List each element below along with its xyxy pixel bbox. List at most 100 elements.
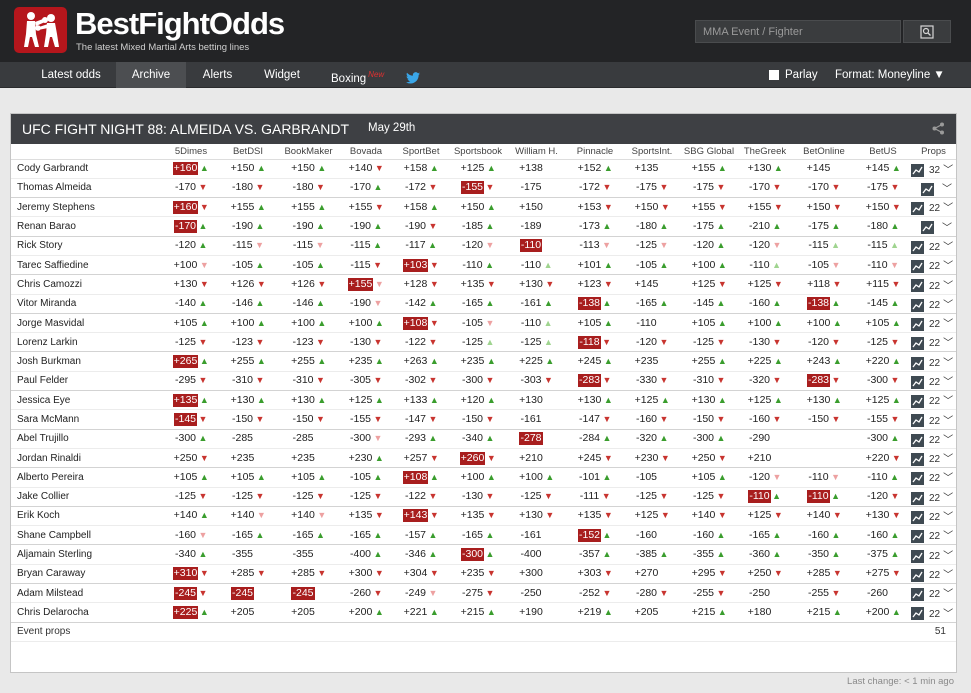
odds-cell[interactable]: -115 ▲ bbox=[793, 236, 855, 256]
odds-cell[interactable]: +100 ▲ bbox=[219, 313, 277, 334]
fighter-name[interactable]: Aljamain Sterling bbox=[11, 544, 163, 565]
odds-cell[interactable]: -357 ▲ bbox=[567, 544, 623, 565]
odds-cell[interactable]: -120 ▼ bbox=[737, 236, 793, 256]
odds-cell[interactable]: -125 ▼ bbox=[219, 487, 277, 507]
odds-cell[interactable]: -110 ▲ bbox=[506, 313, 567, 334]
odds-cell[interactable]: -180 ▼ bbox=[219, 178, 277, 199]
odds-cell[interactable]: -165 ▲ bbox=[219, 525, 277, 546]
odds-cell[interactable]: -283 ▼ bbox=[793, 371, 855, 392]
odds-cell[interactable]: -161 bbox=[506, 525, 567, 546]
odds-cell[interactable]: +260 ▼ bbox=[450, 448, 506, 469]
search-button[interactable] bbox=[903, 20, 951, 43]
odds-cell[interactable]: +200 ▲ bbox=[855, 602, 911, 623]
odds-cell[interactable]: -145 ▲ bbox=[855, 294, 911, 314]
props-cell[interactable]: 32 ﹀ bbox=[911, 159, 956, 179]
odds-cell[interactable]: +130 ▲ bbox=[219, 390, 277, 411]
odds-cell[interactable]: -125 ▼ bbox=[163, 487, 219, 507]
odds-cell[interactable]: +155 ▲ bbox=[277, 197, 340, 218]
odds-cell[interactable]: -190 ▲ bbox=[277, 216, 340, 237]
odds-cell[interactable]: -105 ▲ bbox=[340, 467, 392, 488]
chevron-down-icon[interactable]: ﹀ bbox=[943, 338, 953, 349]
odds-cell[interactable]: +125 ▲ bbox=[623, 390, 681, 411]
odds-cell[interactable]: +235 bbox=[277, 448, 340, 469]
odds-cell[interactable]: -130 ▼ bbox=[450, 487, 506, 507]
odds-cell[interactable]: +230 ▼ bbox=[623, 448, 681, 469]
chevron-down-icon[interactable]: ﹀ bbox=[943, 531, 953, 542]
column-header-book[interactable]: BetUS bbox=[855, 144, 911, 160]
odds-cell[interactable]: +118 ▼ bbox=[793, 274, 855, 295]
line-chart-icon[interactable] bbox=[911, 549, 924, 563]
chevron-down-icon[interactable]: ﹀ bbox=[943, 551, 953, 562]
odds-cell[interactable]: -400 bbox=[506, 544, 567, 565]
odds-cell[interactable]: -300 ▲ bbox=[681, 429, 737, 449]
odds-cell[interactable]: +140 ▼ bbox=[793, 506, 855, 527]
odds-cell[interactable]: -150 ▼ bbox=[681, 409, 737, 430]
odds-cell[interactable]: +130 ▲ bbox=[681, 390, 737, 411]
odds-cell[interactable]: +135 ▼ bbox=[567, 506, 623, 527]
odds-cell[interactable]: -115 ▲ bbox=[855, 236, 911, 256]
odds-cell[interactable]: -278 bbox=[506, 429, 567, 449]
props-cell[interactable]: 22 ﹀ bbox=[911, 506, 956, 527]
odds-cell[interactable]: +152 ▲ bbox=[567, 159, 623, 179]
event-props-row[interactable]: Event props 51 bbox=[11, 622, 956, 642]
odds-cell[interactable]: +263 ▲ bbox=[392, 351, 450, 372]
column-header-book[interactable]: BookMaker bbox=[277, 144, 340, 160]
fighter-name[interactable]: Vitor Miranda bbox=[11, 294, 163, 314]
chevron-down-icon[interactable]: ﹀ bbox=[943, 165, 953, 176]
odds-cell[interactable]: -170 ▲ bbox=[163, 216, 219, 237]
odds-cell[interactable]: +160 ▲ bbox=[163, 159, 219, 179]
odds-cell[interactable]: -293 ▲ bbox=[392, 429, 450, 449]
odds-cell[interactable]: +220 ▼ bbox=[855, 448, 911, 469]
odds-cell[interactable]: +145 bbox=[793, 159, 855, 179]
line-chart-icon[interactable] bbox=[911, 202, 924, 216]
odds-cell[interactable]: +130 ▼ bbox=[506, 506, 567, 527]
odds-cell[interactable]: +180 bbox=[737, 602, 793, 623]
odds-cell[interactable]: -302 ▼ bbox=[392, 371, 450, 392]
fighter-name[interactable]: Adam Milstead bbox=[11, 583, 163, 604]
odds-cell[interactable]: -110 ▲ bbox=[855, 467, 911, 488]
odds-cell[interactable]: +100 ▲ bbox=[450, 467, 506, 488]
odds-cell[interactable]: -249 ▼ bbox=[392, 583, 450, 604]
odds-cell[interactable]: +138 bbox=[506, 159, 567, 179]
odds-cell[interactable]: -120 ▼ bbox=[623, 332, 681, 353]
props-cell[interactable]: 22 ﹀ bbox=[911, 602, 956, 623]
fighter-name[interactable]: Paul Felder bbox=[11, 371, 163, 392]
odds-cell[interactable]: -125 ▼ bbox=[506, 487, 567, 507]
odds-cell[interactable]: -120 ▼ bbox=[855, 487, 911, 507]
odds-cell[interactable]: -110 bbox=[623, 313, 681, 334]
fighter-name[interactable]: Cody Garbrandt bbox=[11, 159, 163, 179]
odds-cell[interactable]: -160 ▲ bbox=[855, 525, 911, 546]
odds-cell[interactable] bbox=[793, 429, 855, 449]
odds-cell[interactable]: +105 ▲ bbox=[681, 467, 737, 488]
odds-cell[interactable]: -165 ▲ bbox=[277, 525, 340, 546]
odds-cell[interactable]: +130 bbox=[506, 390, 567, 411]
line-chart-icon[interactable] bbox=[911, 163, 924, 177]
line-chart-icon[interactable] bbox=[911, 260, 924, 274]
fighter-name[interactable]: Thomas Almeida bbox=[11, 178, 163, 199]
chevron-down-icon[interactable]: ﹀ bbox=[943, 242, 953, 253]
odds-cell[interactable]: +130 ▲ bbox=[277, 390, 340, 411]
fighter-name[interactable]: Bryan Caraway bbox=[11, 564, 163, 585]
odds-cell[interactable]: +245 ▼ bbox=[567, 448, 623, 469]
odds-cell[interactable]: +130 ▼ bbox=[163, 274, 219, 295]
odds-cell[interactable]: +205 bbox=[623, 602, 681, 623]
props-cell[interactable]: 22 ﹀ bbox=[911, 409, 956, 430]
odds-cell[interactable]: +125 ▲ bbox=[340, 390, 392, 411]
odds-cell[interactable]: +250 ▼ bbox=[737, 564, 793, 585]
odds-cell[interactable]: -146 ▲ bbox=[277, 294, 340, 314]
odds-cell[interactable]: +105 ▲ bbox=[219, 467, 277, 488]
odds-cell[interactable]: +125 ▼ bbox=[737, 274, 793, 295]
odds-cell[interactable]: -170 ▼ bbox=[737, 178, 793, 199]
odds-cell[interactable]: -310 ▼ bbox=[219, 371, 277, 392]
chevron-down-icon[interactable]: ﹀ bbox=[943, 203, 953, 214]
odds-cell[interactable] bbox=[793, 448, 855, 469]
odds-cell[interactable]: -118 ▼ bbox=[567, 332, 623, 353]
odds-cell[interactable]: +285 ▼ bbox=[219, 564, 277, 585]
odds-cell[interactable]: +105 ▲ bbox=[163, 313, 219, 334]
odds-cell[interactable]: -165 ▲ bbox=[737, 525, 793, 546]
odds-cell[interactable]: -110 ▼ bbox=[855, 255, 911, 276]
line-chart-icon[interactable] bbox=[911, 510, 924, 524]
odds-cell[interactable]: -303 ▼ bbox=[506, 371, 567, 392]
odds-cell[interactable]: -305 ▼ bbox=[340, 371, 392, 392]
search-input[interactable] bbox=[695, 20, 901, 43]
